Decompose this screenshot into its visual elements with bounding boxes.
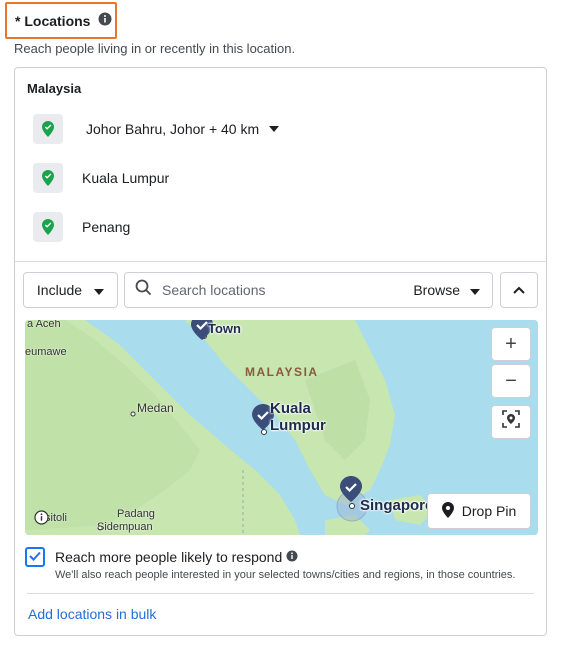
- location-pin-icon: [33, 212, 63, 242]
- chevron-up-icon: [513, 281, 525, 299]
- recenter-button[interactable]: [491, 405, 531, 439]
- reach-more-description: We'll also reach people interested in yo…: [55, 569, 516, 581]
- map-label-padang: Padang: [117, 508, 155, 520]
- plus-icon: +: [505, 332, 517, 355]
- map-label-lumpur: Lumpur: [270, 417, 326, 434]
- country-heading: Malaysia: [27, 81, 82, 96]
- include-label: Include: [36, 282, 83, 298]
- drop-pin-button[interactable]: Drop Pin: [427, 493, 531, 529]
- location-pin-icon: [33, 163, 63, 193]
- map-label-malaysia: MALAYSIA: [245, 365, 319, 379]
- browse-label: Browse: [413, 282, 460, 298]
- map-label-kuala: Kuala: [270, 400, 311, 417]
- locations-title-text: * Locations: [15, 12, 91, 29]
- locations-card: Malaysia Johor Bahru, Johor + 40 km Kual…: [14, 67, 547, 636]
- reach-more-checkbox[interactable]: [25, 547, 45, 567]
- map-label-aceh: a Aceh: [27, 320, 61, 330]
- map-label-singapore: Singapore: [360, 497, 434, 514]
- info-icon[interactable]: [34, 510, 49, 530]
- recenter-icon: [502, 410, 520, 434]
- zoom-in-button[interactable]: +: [491, 327, 531, 361]
- add-locations-in-bulk-link[interactable]: Add locations in bulk: [28, 606, 156, 622]
- location-pin-icon: [33, 114, 63, 144]
- info-icon[interactable]: [286, 549, 298, 565]
- info-icon[interactable]: [98, 12, 112, 29]
- location-map[interactable]: a Aceh eumawe Town MALAYSIA Medan Kuala …: [25, 320, 538, 535]
- map-pin-icon: [340, 476, 362, 507]
- drop-pin-label: Drop Pin: [461, 503, 517, 519]
- search-input[interactable]: [160, 281, 390, 299]
- minus-icon: −: [505, 369, 517, 392]
- divider: [27, 593, 534, 594]
- search-icon: [135, 279, 152, 301]
- map-label-eumawe: eumawe: [25, 346, 67, 358]
- browse-dropdown[interactable]: Browse: [413, 273, 480, 307]
- divider: [15, 261, 546, 262]
- map-label-medan: Medan: [137, 401, 174, 415]
- include-dropdown[interactable]: Include: [23, 272, 118, 308]
- location-item-johor-bahru[interactable]: Johor Bahru, Johor + 40 km: [33, 114, 280, 144]
- location-label: Penang: [82, 219, 131, 235]
- map-label-town: Town: [208, 321, 241, 336]
- collapse-button[interactable]: [500, 272, 538, 308]
- location-label: Johor Bahru, Johor + 40 km: [86, 121, 260, 137]
- chevron-down-icon[interactable]: [269, 126, 280, 132]
- search-locations-box[interactable]: Browse: [124, 272, 493, 308]
- zoom-out-button[interactable]: −: [491, 364, 531, 398]
- location-label: Kuala Lumpur: [82, 170, 170, 186]
- location-item-kuala-lumpur[interactable]: Kuala Lumpur: [33, 163, 169, 193]
- map-pin-icon: [441, 501, 454, 521]
- checkmark-icon: [29, 548, 41, 566]
- map-label-sidempuan: Sidempuan: [97, 521, 153, 533]
- location-item-penang[interactable]: Penang: [33, 212, 130, 242]
- locations-subtitle: Reach people living in or recently in th…: [14, 41, 296, 56]
- reach-more-text: Reach more people likely to respond: [55, 549, 283, 565]
- chevron-down-icon: [94, 282, 105, 298]
- reach-more-label: Reach more people likely to respond: [55, 549, 298, 565]
- chevron-down-icon: [470, 282, 480, 298]
- locations-title: * Locations: [5, 2, 117, 39]
